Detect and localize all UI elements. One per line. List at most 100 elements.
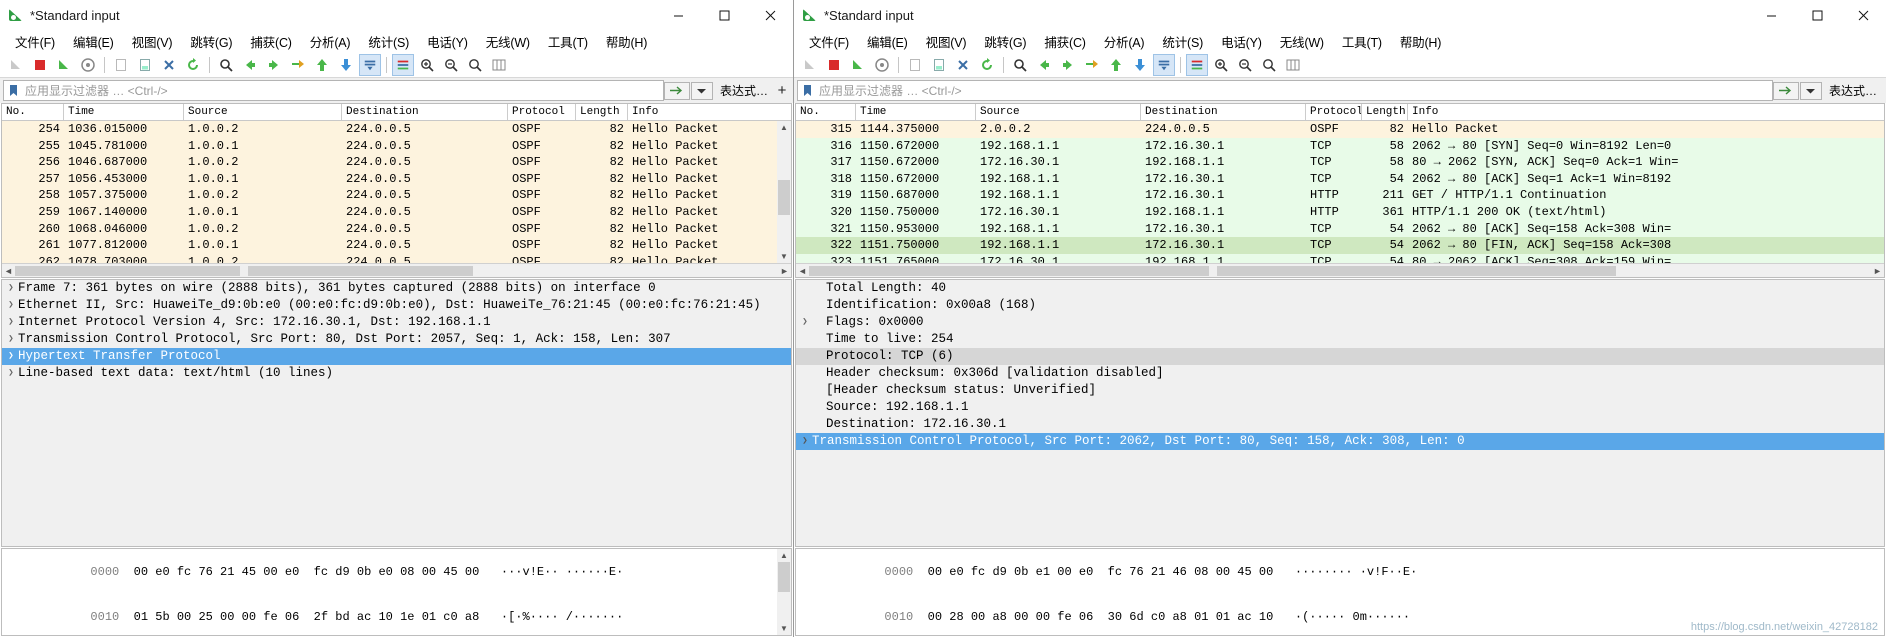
table-row[interactable]: 254 1036.015000 1.0.0.2 224.0.0.5 OSPF 8… [2, 121, 791, 138]
table-row[interactable]: 259 1067.140000 1.0.0.1 224.0.0.5 OSPF 8… [2, 203, 791, 221]
table-row[interactable]: 257 1056.453000 1.0.0.1 224.0.0.5 OSPF 8… [2, 170, 791, 188]
table-row[interactable]: 319 1150.687000 192.168.1.1 172.16.30.1 … [796, 187, 1884, 204]
reload-file-icon[interactable] [182, 54, 204, 76]
minimize-icon[interactable] [655, 0, 701, 30]
table-row[interactable]: 317 1150.672000 172.16.30.1 192.168.1.1 … [796, 154, 1884, 171]
chevron-right-icon[interactable]: ❯ [4, 331, 18, 348]
menu-file[interactable]: 文件(F) [800, 30, 858, 53]
detail-row[interactable]: ❯ Internet Protocol Version 4, Src: 172.… [2, 314, 791, 331]
menu-edit[interactable]: 编辑(E) [64, 30, 123, 53]
chevron-right-icon[interactable]: ❯ [4, 297, 18, 314]
detail-row[interactable]: ❯ Line-based text data: text/html (10 li… [2, 365, 791, 382]
col-header-length[interactable]: Length [1362, 104, 1408, 120]
display-filter-input[interactable]: 应用显示过滤器 … <Ctrl-/> [3, 80, 664, 101]
horizontal-scroll-thumb[interactable] [809, 265, 1617, 276]
horizontal-scroll-track[interactable] [809, 264, 1871, 277]
add-filter-button[interactable]: + [774, 82, 790, 99]
go-to-packet-icon[interactable] [1081, 54, 1103, 76]
packet-list-rows-right[interactable]: 315 1144.375000 2.0.0.2 224.0.0.5 OSPF 8… [796, 121, 1884, 263]
horizontal-scroll-thumb[interactable] [15, 265, 473, 276]
table-row[interactable]: 318 1150.672000 192.168.1.1 172.16.30.1 … [796, 170, 1884, 188]
save-file-icon[interactable] [134, 54, 156, 76]
scroll-left-icon[interactable]: ◄ [2, 266, 15, 276]
menu-statistics[interactable]: 统计(S) [1153, 30, 1212, 53]
scroll-down-icon[interactable]: ▼ [777, 250, 791, 263]
zoom-out-icon[interactable] [440, 54, 462, 76]
chevron-right-icon[interactable]: ❯ [4, 365, 18, 382]
menu-telephony[interactable]: 电话(Y) [418, 30, 477, 53]
close-file-icon[interactable] [158, 54, 180, 76]
hex-vertical-scrollbar-left[interactable]: ▲ ▼ [777, 549, 791, 635]
menu-wireless[interactable]: 无线(W) [477, 30, 539, 53]
menu-help[interactable]: 帮助(H) [1391, 30, 1450, 53]
table-row[interactable]: 315 1144.375000 2.0.0.2 224.0.0.5 OSPF 8… [796, 121, 1884, 138]
table-row[interactable]: 262 1078.703000 1.0.0.2 224.0.0.5 OSPF 8… [2, 253, 791, 263]
table-row[interactable]: 323 1151.765000 172.16.30.1 192.168.1.1 … [796, 253, 1884, 263]
maximize-icon[interactable] [1794, 0, 1840, 30]
table-row[interactable]: 321 1150.953000 192.168.1.1 172.16.30.1 … [796, 220, 1884, 238]
find-packet-icon[interactable] [1009, 54, 1031, 76]
close-file-icon[interactable] [952, 54, 974, 76]
stop-capture-icon[interactable] [29, 54, 51, 76]
scroll-up-icon[interactable]: ▲ [777, 121, 791, 134]
scroll-down-icon[interactable]: ▼ [777, 622, 791, 635]
table-row[interactable]: 320 1150.750000 172.16.30.1 192.168.1.1 … [796, 203, 1884, 221]
detail-row-highlighted[interactable]: ❯ ❯ Protocol: TCP (6) [796, 348, 1884, 365]
menu-wireless[interactable]: 无线(W) [1271, 30, 1333, 53]
detail-row[interactable]: ❯ ❯ Source: 192.168.1.1 [796, 399, 1884, 416]
menu-capture[interactable]: 捕获(C) [1035, 30, 1094, 53]
packet-list-right[interactable]: No. Time Source Destination Protocol Len… [795, 103, 1885, 278]
resize-columns-icon[interactable] [488, 54, 510, 76]
vertical-scroll-track[interactable] [777, 134, 791, 250]
packet-list-horizontal-scrollbar-right[interactable]: ◄ ► [796, 263, 1884, 277]
chevron-right-icon[interactable]: ❯ [798, 433, 812, 450]
menu-telephony[interactable]: 电话(Y) [1212, 30, 1271, 53]
menu-tools[interactable]: 工具(T) [539, 30, 597, 53]
go-first-packet-icon[interactable] [311, 54, 333, 76]
filter-dropdown-button[interactable] [1799, 81, 1822, 100]
resize-columns-icon[interactable] [1282, 54, 1304, 76]
col-header-length[interactable]: Length [576, 104, 628, 120]
col-header-info[interactable]: Info [628, 104, 791, 120]
go-back-icon[interactable] [239, 54, 261, 76]
menu-edit[interactable]: 编辑(E) [858, 30, 917, 53]
col-header-protocol[interactable]: Protocol [508, 104, 576, 120]
menu-capture[interactable]: 捕获(C) [241, 30, 300, 53]
col-header-source[interactable]: Source [976, 104, 1141, 120]
menu-statistics[interactable]: 统计(S) [359, 30, 418, 53]
scroll-right-icon[interactable]: ► [1871, 266, 1884, 276]
detail-row[interactable]: ❯ ❯ Time to live: 254 [796, 331, 1884, 348]
go-last-packet-icon[interactable] [1129, 54, 1151, 76]
chevron-right-icon[interactable]: ❯ [4, 314, 18, 331]
packet-list-rows-left[interactable]: 254 1036.015000 1.0.0.2 224.0.0.5 OSPF 8… [2, 121, 791, 263]
apply-filter-button[interactable] [663, 81, 690, 100]
menu-file[interactable]: 文件(F) [6, 30, 64, 53]
go-last-packet-icon[interactable] [335, 54, 357, 76]
restart-capture-icon[interactable] [53, 54, 75, 76]
detail-row[interactable]: ❯ Frame 7: 361 bytes on wire (2888 bits)… [2, 280, 791, 297]
reload-file-icon[interactable] [976, 54, 998, 76]
filter-dropdown-button[interactable] [690, 81, 713, 100]
table-row[interactable]: 260 1068.046000 1.0.0.2 224.0.0.5 OSPF 8… [2, 220, 791, 238]
packet-list-left[interactable]: No. Time Source Destination Protocol Len… [1, 103, 792, 278]
menu-view[interactable]: 视图(V) [917, 30, 976, 53]
close-icon[interactable] [1840, 0, 1886, 30]
filter-expression-label[interactable]: 表达式… [714, 82, 774, 99]
packet-list-horizontal-scrollbar-left[interactable]: ◄ ► [2, 263, 791, 277]
zoom-reset-icon[interactable] [464, 54, 486, 76]
vertical-scroll-thumb[interactable] [778, 562, 790, 592]
col-header-protocol[interactable]: Protocol [1306, 104, 1362, 120]
maximize-icon[interactable] [701, 0, 747, 30]
packet-list-vertical-scrollbar-left[interactable]: ▲ ▼ [777, 121, 791, 263]
detail-row-selected[interactable]: ❯ Hypertext Transfer Protocol [2, 348, 791, 365]
menu-tools[interactable]: 工具(T) [1333, 30, 1391, 53]
menu-help[interactable]: 帮助(H) [597, 30, 656, 53]
table-row[interactable]: 261 1077.812000 1.0.0.1 224.0.0.5 OSPF 8… [2, 237, 791, 254]
chevron-right-icon[interactable]: ❯ [798, 314, 812, 331]
col-header-no[interactable]: No. [2, 104, 64, 120]
table-row[interactable]: 256 1046.687000 1.0.0.2 224.0.0.5 OSPF 8… [2, 154, 791, 171]
apply-filter-button[interactable] [1772, 81, 1799, 100]
menu-go[interactable]: 跳转(G) [975, 30, 1035, 53]
detail-row[interactable]: ❯ Transmission Control Protocol, Src Por… [2, 331, 791, 348]
find-packet-icon[interactable] [215, 54, 237, 76]
